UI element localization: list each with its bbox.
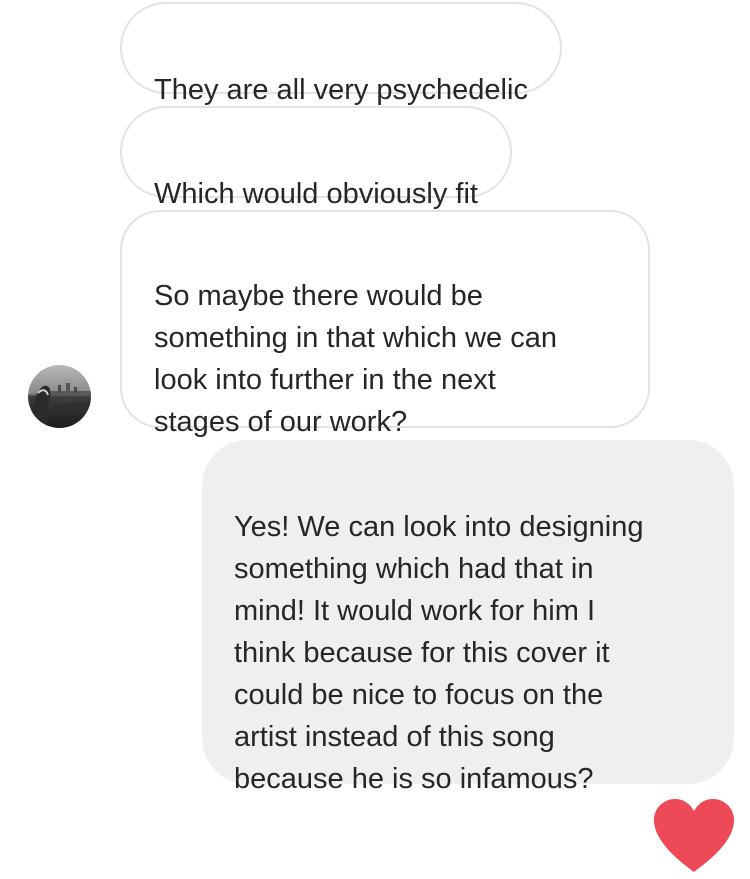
message-bubble-received[interactable]: Which would obviously fit [120, 106, 512, 210]
message-text: So maybe there would be something in tha… [154, 280, 557, 438]
heart-icon [653, 799, 735, 872]
message-bubble-sent[interactable]: Yes! We can look into designing somethin… [202, 440, 734, 795]
message-text: Yes! We can look into designing somethin… [234, 511, 644, 795]
message-text: They are all very psychedelic [154, 74, 528, 106]
like-heart-button[interactable] [652, 798, 736, 874]
profile-photo-icon [28, 365, 91, 428]
message-text: Which would obviously fit [154, 178, 478, 210]
message-bubble-received[interactable]: So maybe there would be something in tha… [120, 210, 650, 438]
sender-avatar[interactable] [28, 365, 91, 428]
message-bubble-received[interactable]: They are all very psychedelic [120, 2, 562, 106]
